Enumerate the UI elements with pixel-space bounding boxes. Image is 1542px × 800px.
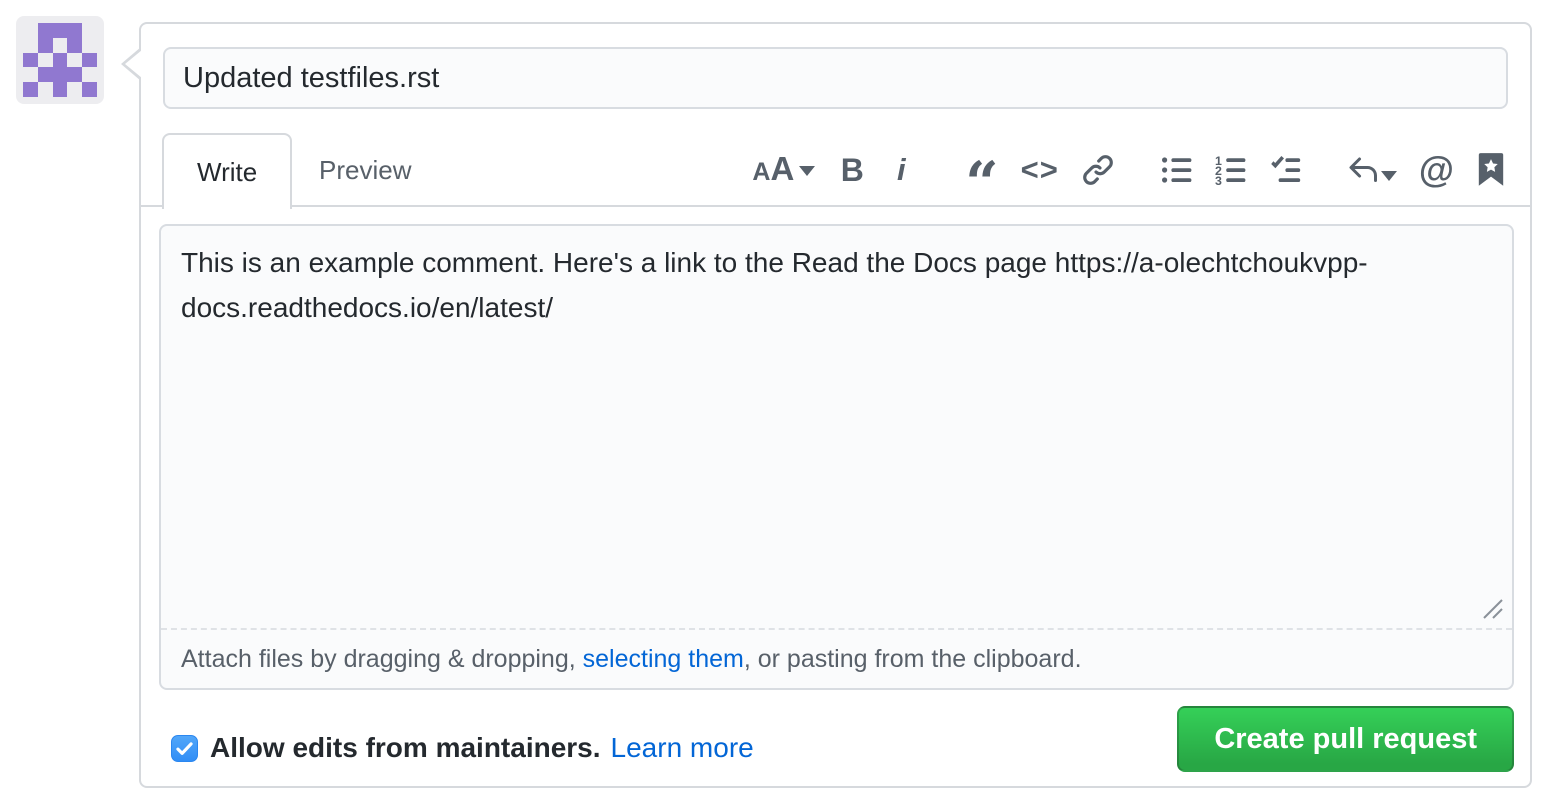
pull-request-form: Write Preview AA B i “ <> <box>139 22 1532 788</box>
learn-more-link[interactable]: Learn more <box>611 732 754 764</box>
mention-icon[interactable]: @ <box>1419 150 1454 190</box>
link-icon[interactable] <box>1081 150 1115 190</box>
code-icon[interactable]: <> <box>1021 150 1059 190</box>
italic-icon[interactable]: i <box>889 150 919 190</box>
attach-text-prefix: Attach files by dragging & dropping, <box>181 645 583 674</box>
allow-edits-label: Allow edits from maintainers. <box>210 732 601 764</box>
attach-text-suffix: , or pasting from the clipboard. <box>744 645 1082 674</box>
bold-icon[interactable]: B <box>837 150 867 190</box>
avatar[interactable] <box>16 16 104 104</box>
tab-write[interactable]: Write <box>162 133 292 209</box>
create-pull-request-button[interactable]: Create pull request <box>1177 706 1514 772</box>
toolbar-group-insert: “ <> <box>965 150 1115 190</box>
toolbar-group-lists: 1 2 3 <box>1161 150 1301 190</box>
quote-icon[interactable]: “ <box>965 163 998 203</box>
chevron-down-icon <box>1381 171 1397 181</box>
avatar-identicon <box>23 23 97 97</box>
pr-title-input[interactable] <box>163 47 1508 109</box>
speech-bubble-caret <box>121 47 141 81</box>
text-size-icon[interactable]: AA <box>752 150 815 190</box>
allow-edits-row: Allow edits from maintainers. Learn more <box>171 731 754 765</box>
attach-select-link[interactable]: selecting them <box>583 645 744 674</box>
reference-icon[interactable] <box>1476 150 1506 190</box>
resize-grip-icon[interactable] <box>1478 594 1506 622</box>
tab-preview[interactable]: Preview <box>283 133 447 207</box>
ordered-list-icon[interactable]: 1 2 3 <box>1215 150 1247 190</box>
unordered-list-icon[interactable] <box>1161 150 1193 190</box>
attach-files-bar[interactable]: Attach files by dragging & dropping, sel… <box>161 628 1512 688</box>
comment-body-textarea[interactable]: This is an example comment. Here's a lin… <box>161 226 1512 632</box>
chevron-down-icon <box>799 166 815 176</box>
markdown-toolbar: AA B i “ <> <box>752 133 1506 207</box>
comment-editor: This is an example comment. Here's a lin… <box>159 224 1514 690</box>
toolbar-group-text: AA B i <box>752 150 919 190</box>
task-list-icon[interactable] <box>1269 150 1301 190</box>
toolbar-group-actions: @ <box>1347 150 1506 190</box>
comment-tab-bar: Write Preview AA B i “ <> <box>141 131 1530 207</box>
saved-replies-icon[interactable] <box>1347 150 1397 190</box>
svg-text:3: 3 <box>1215 174 1222 186</box>
allow-edits-checkbox[interactable] <box>171 735 198 762</box>
